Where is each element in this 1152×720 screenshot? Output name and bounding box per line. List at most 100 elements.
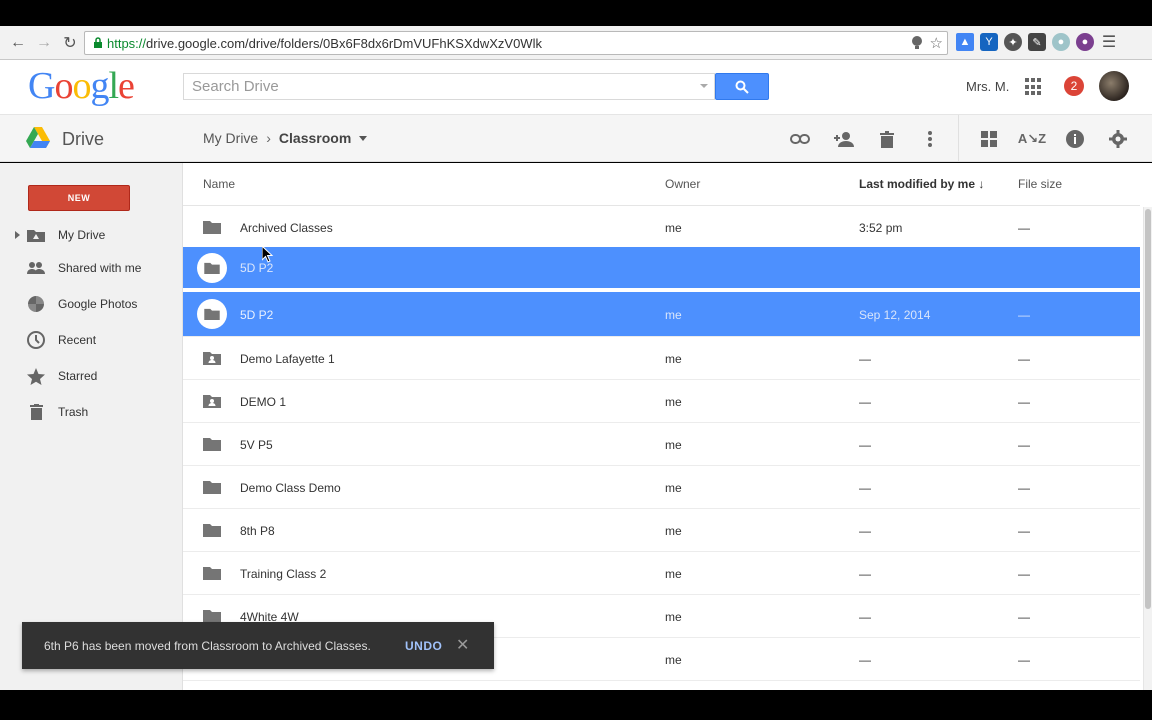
table-row[interactable]: Training Class 2 me — — [183, 552, 1140, 595]
grid-view-icon[interactable] [977, 127, 1001, 151]
file-size: — [1018, 438, 1030, 452]
drive-title[interactable]: Drive [62, 129, 104, 150]
table-row[interactable]: 8th P8 me — — [183, 509, 1140, 552]
sidebar-item-label: Recent [58, 333, 97, 347]
share-add-person-icon[interactable] [832, 127, 856, 151]
drive-logo-icon [26, 127, 50, 148]
search-options-icon[interactable] [700, 84, 708, 88]
search-placeholder: Search Drive [192, 78, 279, 95]
user-name[interactable]: Mrs. M. [966, 79, 1009, 94]
file-modified: — [859, 481, 871, 495]
google-logo[interactable]: Google [28, 64, 135, 108]
folder-icon [203, 610, 221, 623]
sidebar-item-my-drive[interactable]: My Drive [0, 220, 183, 250]
settings-gear-icon[interactable] [1106, 127, 1130, 151]
file-name: Training Class 2 [240, 567, 327, 581]
column-header-last-modified[interactable]: Last modified by me ↓ [859, 177, 984, 191]
file-size: — [1018, 308, 1030, 322]
file-size: — [1018, 653, 1030, 667]
file-name: DEMO 1 [240, 395, 287, 409]
apps-grid-icon[interactable] [1025, 78, 1043, 96]
sort-az-icon[interactable]: A↘Z [1018, 127, 1046, 151]
y-extension-icon[interactable]: Y [980, 33, 998, 51]
file-name: Demo Class Demo [240, 481, 341, 495]
forward-icon[interactable]: → [32, 31, 56, 55]
sidebar-item-shared-with-me[interactable]: Shared with me [0, 253, 183, 283]
file-modified: 3:52 pm [859, 221, 903, 235]
file-owner: me [665, 653, 682, 667]
lightbulb-icon[interactable] [911, 35, 923, 54]
column-header-owner[interactable]: Owner [665, 177, 700, 191]
file-modified: — [859, 395, 871, 409]
globe-extension-icon[interactable]: ● [1052, 33, 1070, 51]
folder-icon [204, 262, 220, 274]
shared-folder-icon [203, 352, 221, 365]
table-row[interactable]: 5V P5 me — — [183, 423, 1140, 466]
compass-extension-icon[interactable]: ✦ [1004, 33, 1022, 51]
photos-icon [27, 295, 45, 313]
file-size: — [1018, 481, 1030, 495]
folder-menu-chevron-down-icon[interactable] [359, 135, 368, 141]
file-owner: me [665, 610, 682, 624]
bookmark-star-icon[interactable]: ☆ [930, 34, 943, 52]
google-header: Google Search Drive Mrs. M. 2 [0, 60, 1152, 114]
browser-toolbar: ← → ↻ https://drive.google.com/drive/fol… [0, 26, 1152, 60]
trash-icon[interactable] [875, 127, 899, 151]
more-actions-icon[interactable] [918, 127, 942, 151]
file-owner: me [665, 524, 682, 538]
sidebar-item-label: Shared with me [58, 261, 142, 275]
sidebar-item-label: My Drive [58, 228, 106, 242]
file-name: 5V P5 [240, 438, 273, 452]
table-row[interactable]: Archived Classes me 3:52 pm — [183, 206, 1140, 249]
get-link-icon[interactable] [788, 127, 812, 151]
breadcrumb-current-folder[interactable]: Classroom [279, 130, 351, 146]
expand-arrow-icon[interactable] [15, 231, 20, 239]
file-owner: me [665, 481, 682, 495]
sidebar-item-google-photos[interactable]: Google Photos [0, 289, 183, 319]
table-row[interactable]: 5D P2 me Sep 12, 2014 — [183, 292, 1140, 337]
search-icon [735, 80, 749, 94]
file-modified: — [859, 610, 871, 624]
search-input[interactable]: Search Drive [183, 73, 715, 100]
info-icon[interactable] [1063, 127, 1087, 151]
breadcrumb-my-drive[interactable]: My Drive [203, 130, 258, 146]
purple-extension-icon[interactable]: ● [1076, 33, 1094, 51]
address-bar[interactable]: https://drive.google.com/drive/folders/0… [84, 31, 948, 55]
table-row[interactable]: DEMO 1 me — — [183, 380, 1140, 423]
sidebar-item-starred[interactable]: Starred [0, 361, 183, 391]
screen-top-border [0, 0, 1152, 26]
file-modified: — [859, 352, 871, 366]
list-scrollbar[interactable] [1143, 207, 1152, 690]
people-icon [27, 259, 45, 277]
pen-extension-icon[interactable]: ✎ [1028, 33, 1046, 51]
list-header: Name Owner Last modified by me ↓ File si… [183, 163, 1140, 206]
avatar[interactable] [1099, 71, 1129, 101]
file-size: — [1018, 352, 1030, 366]
folder-icon [204, 308, 220, 320]
toolbar-divider [958, 115, 959, 162]
drive-toolbar: Drive My Drive › Classroom A↘Z [0, 114, 1152, 162]
column-header-file-size[interactable]: File size [1018, 177, 1062, 191]
notification-badge[interactable]: 2 [1064, 76, 1084, 96]
undo-button[interactable]: UNDO [405, 639, 442, 653]
close-icon[interactable]: ✕ [456, 635, 469, 655]
search-button[interactable] [715, 73, 769, 100]
file-owner: me [665, 567, 682, 581]
google-drive-extension-icon[interactable]: ▲ [956, 33, 974, 51]
sidebar-item-recent[interactable]: Recent [0, 325, 183, 355]
sidebar-item-trash[interactable]: Trash [0, 397, 183, 427]
back-icon[interactable]: ← [6, 31, 30, 55]
sidebar: NEW My Drive Shared with me Google Photo… [0, 163, 183, 690]
my-drive-icon [27, 226, 45, 244]
chevron-right-icon: › [266, 130, 271, 146]
table-row[interactable]: Demo Lafayette 1 me — — [183, 337, 1140, 380]
folder-icon [203, 481, 221, 494]
column-header-name[interactable]: Name [203, 177, 235, 191]
file-owner: me [665, 395, 682, 409]
scrollbar-thumb[interactable] [1145, 209, 1151, 609]
screen-bottom-border [0, 690, 1152, 720]
new-button[interactable]: NEW [28, 185, 130, 211]
reload-icon[interactable]: ↻ [58, 31, 82, 55]
table-row[interactable]: Demo Class Demo me — — [183, 466, 1140, 509]
chrome-menu-icon[interactable]: ☰ [1100, 33, 1118, 51]
